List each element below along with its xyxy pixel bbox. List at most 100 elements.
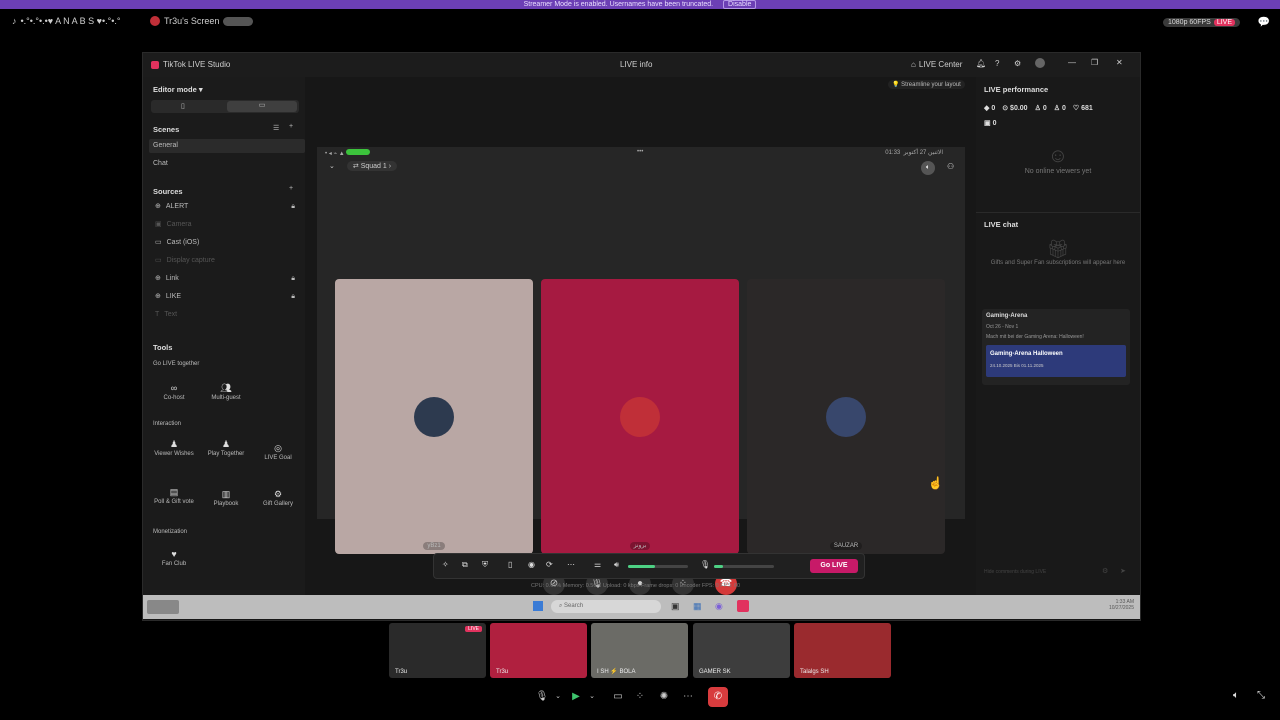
- playbook-tool[interactable]: ▥ Playbook: [201, 490, 251, 508]
- phone-icon[interactable]: ▯: [508, 560, 512, 569]
- widget-icon[interactable]: [147, 600, 179, 614]
- gift-gallery-tool[interactable]: ⚙ Gift Gallery: [253, 489, 303, 508]
- minimize-icon[interactable]: —: [1068, 58, 1076, 67]
- speaker-icon[interactable]: 🔈︎: [921, 161, 935, 175]
- source-alert[interactable]: ⊕ ALERT 🔒︎: [143, 198, 305, 216]
- viewer-wishes-tool[interactable]: ♟ Viewer Wishes: [149, 440, 199, 458]
- live-center-button[interactable]: ⌂ LIVE Center: [911, 60, 962, 69]
- screen-share-icon[interactable]: ▭: [608, 687, 628, 707]
- chevron-down-icon[interactable]: ⌄: [329, 162, 335, 170]
- shield-icon[interactable]: ⛨: [482, 560, 488, 570]
- source-cast-ios[interactable]: ▭ Cast (iOS): [143, 234, 305, 252]
- scene-general[interactable]: General: [149, 139, 305, 153]
- cohost-tool[interactable]: ∞ Co-host: [149, 383, 199, 402]
- add-scene-icon[interactable]: +: [289, 123, 293, 130]
- live-info-title[interactable]: LIVE info: [620, 60, 652, 69]
- disable-button[interactable]: Disable: [723, 0, 757, 9]
- replay-icon[interactable]: ⟳: [546, 560, 553, 569]
- landscape-icon[interactable]: ▭: [227, 101, 297, 112]
- windows-start-icon[interactable]: [533, 601, 543, 611]
- app-title: TikTok LIVE Studio: [151, 60, 230, 69]
- volume-slider[interactable]: [628, 565, 688, 568]
- squad-selector[interactable]: ⇄ Squad 1 ›: [346, 161, 398, 171]
- guest-tile-2[interactable]: برونز: [541, 279, 739, 554]
- effects-icon[interactable]: ✧: [442, 560, 449, 569]
- tiktok-taskbar-icon[interactable]: [737, 600, 749, 612]
- close-icon[interactable]: ✕: [1116, 58, 1123, 67]
- multiguest-tool[interactable]: 👥︎ Multi-guest: [201, 384, 251, 402]
- taskbar-search[interactable]: ⌕ Search: [551, 600, 661, 613]
- live-goal-tool[interactable]: ◎ LIVE Goal: [253, 444, 303, 462]
- chat-icon[interactable]: 💬: [1258, 17, 1270, 28]
- volume-icon[interactable]: 🔈︎: [1233, 690, 1239, 701]
- volume-icon[interactable]: 🔊︎: [614, 560, 619, 570]
- play-together-tool[interactable]: ♟ Play Together: [201, 440, 251, 458]
- scene-list-icon[interactable]: ☰: [273, 124, 279, 132]
- gift-box-icon: 🎁︎: [1046, 239, 1070, 259]
- source-label: LIKE: [165, 293, 182, 300]
- participant-name: Tr3u: [496, 669, 509, 675]
- mic-options-chevron-icon[interactable]: ⌄: [548, 687, 568, 707]
- poll-tool[interactable]: ▤ Poll & Gift vote: [149, 488, 199, 506]
- link-icon: ∞: [170, 383, 178, 393]
- mic-slider[interactable]: [714, 565, 774, 568]
- fan-club-tool[interactable]: ♥ Fan Club: [149, 549, 199, 568]
- source-camera[interactable]: ▣ Camera: [143, 216, 305, 234]
- app-title-text: TikTok LIVE Studio: [163, 60, 231, 69]
- settings-icon[interactable]: ⚙: [1014, 59, 1021, 68]
- guest-tile-1[interactable]: yBz1: [335, 279, 533, 554]
- editor-mode-dropdown[interactable]: Editor mode ▾: [153, 85, 203, 94]
- source-like[interactable]: ⊕ LIKE 🔒︎: [143, 288, 305, 306]
- settings-icon[interactable]: ⚙: [1102, 567, 1108, 575]
- preview-canvas[interactable]: • ◂ ⌁ ▲ ••• الاثنين 27 أكتوبر 01:33 ⌄ ⇄ …: [317, 147, 965, 608]
- heart-icon: ♥: [171, 549, 177, 559]
- lock-icon[interactable]: 🔒︎: [291, 270, 295, 288]
- source-display-capture[interactable]: ▭ Display capture: [143, 252, 305, 270]
- viewers-empty-icon: ☺: [1047, 145, 1069, 167]
- mixer-icon[interactable]: ⚌: [594, 560, 601, 569]
- chat-input[interactable]: Hide comments during LIVE: [984, 569, 1046, 575]
- event-card[interactable]: Gaming-Arena Oct 26 - Nov 1 Mach mit bei…: [982, 309, 1130, 385]
- lock-icon[interactable]: 🔒︎: [291, 288, 295, 306]
- disconnect-icon[interactable]: ✆: [708, 687, 728, 707]
- bell-icon[interactable]: 🔔︎: [976, 59, 986, 68]
- participant-thumb-1[interactable]: LIVE Tr3u: [389, 623, 486, 678]
- participant-thumb-3[interactable]: I SH ⚡ BOLA: [591, 623, 688, 678]
- fullscreen-icon[interactable]: ⤡: [1257, 690, 1265, 701]
- source-label: Cast (iOS): [166, 239, 200, 246]
- participant-thumb-4[interactable]: GAMER SK: [693, 623, 790, 678]
- streamline-hint[interactable]: 💡 Streamline your layout: [888, 80, 965, 89]
- metric-value: 0: [991, 105, 996, 112]
- more-options-icon[interactable]: ⋯: [678, 687, 698, 707]
- more-icon[interactable]: ⋯: [567, 560, 575, 569]
- participant-thumb-2[interactable]: Tr3u: [490, 623, 587, 678]
- go-live-button[interactable]: Go LIVE: [810, 559, 858, 573]
- source-link[interactable]: ⊕ Link 🔒︎: [143, 270, 305, 288]
- discord-icon[interactable]: ◉: [715, 601, 723, 612]
- add-source-icon[interactable]: +: [289, 185, 293, 192]
- soundboard-icon[interactable]: ✺: [654, 687, 674, 707]
- event-banner[interactable]: Gaming-Arena Halloween 24.10.2025 Bis 01…: [986, 345, 1126, 377]
- portrait-icon[interactable]: ▯: [181, 102, 185, 110]
- gift-icon: ⚙: [273, 489, 283, 499]
- lock-icon[interactable]: 🔒︎: [291, 198, 295, 216]
- camera-options-chevron-icon[interactable]: ⌄: [582, 687, 602, 707]
- profile-avatar[interactable]: [1035, 58, 1045, 68]
- layout-icon[interactable]: ⧉: [462, 560, 468, 570]
- record-icon[interactable]: ◉: [528, 560, 535, 569]
- participant-thumb-5[interactable]: Talalgs SH: [794, 623, 891, 678]
- store-icon[interactable]: ▦: [693, 601, 702, 612]
- phone-date: الاثنين 27 أكتوبر: [903, 150, 943, 156]
- person-add-icon[interactable]: ⚇: [947, 162, 954, 171]
- maximize-icon[interactable]: ❐: [1091, 58, 1098, 67]
- guest-tile-3[interactable]: SAUZAR: [747, 279, 945, 554]
- activities-icon[interactable]: ⁘: [630, 687, 650, 707]
- source-label: Camera: [166, 221, 192, 228]
- mic-level-icon[interactable]: 🎙︎: [700, 560, 710, 569]
- tool-label: Playbook: [213, 501, 239, 507]
- send-icon[interactable]: ➤: [1120, 567, 1126, 575]
- source-text[interactable]: T Text: [143, 306, 305, 324]
- help-icon[interactable]: ?: [995, 59, 999, 68]
- scene-chat[interactable]: Chat: [153, 157, 168, 171]
- task-view-icon[interactable]: ▣: [671, 601, 680, 612]
